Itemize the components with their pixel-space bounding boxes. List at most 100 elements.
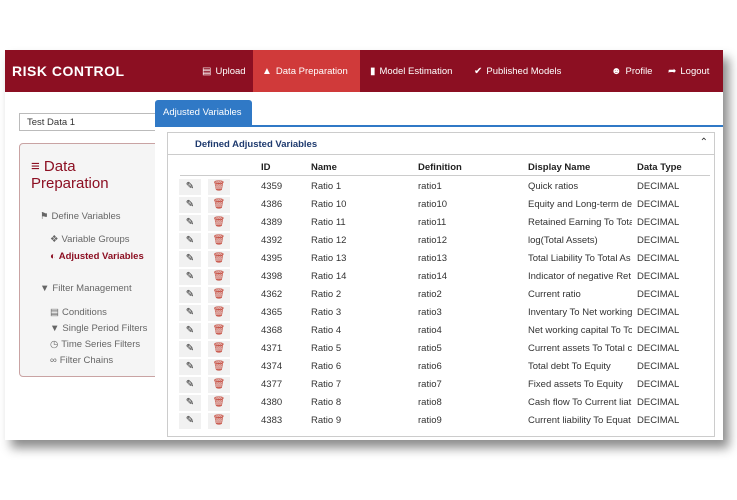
clock-icon: ◷	[50, 339, 59, 350]
sidebar-item-variable-groups[interactable]: ❖ Variable Groups	[50, 234, 129, 245]
cell-display-name: Current ratio	[528, 289, 581, 300]
trash-icon[interactable]: 🗑	[208, 323, 230, 339]
trash-icon[interactable]: 🗑	[208, 305, 230, 321]
brand-logo[interactable]: RISK CONTROL	[12, 63, 125, 79]
table-row: ✎ 🗑 4392 Ratio 12 ratio12 log(Total Assets) DE…	[168, 232, 714, 250]
dataset-selector[interactable]: Test Data 1	[19, 113, 159, 131]
edit-icon[interactable]: ✎	[179, 269, 201, 285]
trash-icon[interactable]: 🗑	[208, 215, 230, 231]
cell-name: Ratio 12	[311, 235, 347, 246]
trash-icon[interactable]: 🗑	[208, 413, 230, 429]
cell-display-name: Fixed assets To Equity	[528, 379, 623, 390]
cell-definition: ratio10	[418, 199, 448, 210]
cell-name: Ratio 13	[311, 253, 347, 264]
cell-definition: ratio1	[418, 181, 442, 192]
sidebar-item-single-period-filters[interactable]: ▼ Single Period Filters	[50, 323, 147, 334]
list-icon: ▤	[50, 307, 59, 318]
cell-id: 4380	[261, 397, 283, 408]
cubes-icon: ❖	[50, 234, 59, 245]
cell-definition: ratio5	[418, 343, 442, 354]
cell-data-type: DECIMAL	[637, 325, 680, 336]
cell-display-name: Total debt To Equity	[528, 361, 611, 372]
sidebar-item-adjusted-variables[interactable]: ◐ Adjusted Variables	[50, 251, 144, 262]
cell-definition: ratio8	[418, 397, 442, 408]
cell-name: Ratio 14	[311, 271, 347, 282]
edit-icon[interactable]: ✎	[179, 341, 201, 357]
cell-definition: ratio7	[418, 379, 442, 390]
trash-icon[interactable]: 🗑	[208, 233, 230, 249]
user-icon: ☻	[611, 65, 622, 77]
cell-definition: ratio6	[418, 361, 442, 372]
cell-data-type: DECIMAL	[637, 199, 680, 210]
table-row: ✎ 🗑 4383 Ratio 9 ratio9 Current liability To …	[168, 412, 714, 430]
trash-icon[interactable]: 🗑	[208, 377, 230, 393]
cell-data-type: DECIMAL	[637, 397, 680, 408]
nav-published-models[interactable]: ✔ Published Models	[465, 50, 570, 92]
nav-profile[interactable]: ☻ Profile	[602, 50, 661, 92]
check-circle-icon: ✔	[474, 65, 483, 77]
sidebar-item-define-variables[interactable]: ⚑ Define Variables	[40, 211, 121, 222]
sidebar-item-time-series-filters[interactable]: ◷ Time Series Filters	[50, 339, 140, 350]
cell-display-name: Inventary To Net working	[528, 307, 632, 318]
trash-icon[interactable]: 🗑	[208, 197, 230, 213]
edit-icon[interactable]: ✎	[179, 215, 201, 231]
edit-icon[interactable]: ✎	[179, 323, 201, 339]
sidebar-item-filter-chains[interactable]: ∞ Filter Chains	[50, 355, 113, 366]
nav-data-preparation[interactable]: ▲ Data Preparation	[253, 50, 360, 92]
column-header-data-type: Data Type	[637, 162, 682, 173]
trash-icon[interactable]: 🗑	[208, 395, 230, 411]
panel-title: Defined Adjusted Variables	[195, 139, 318, 150]
top-navbar: RISK CONTROL ▤ Upload ▲ Data Preparation ▮…	[5, 50, 723, 92]
table-row: ✎ 🗑 4365 Ratio 3 ratio3 Inventary To Net work…	[168, 304, 714, 322]
edit-icon[interactable]: ✎	[179, 359, 201, 375]
trash-icon[interactable]: 🗑	[208, 287, 230, 303]
edit-icon[interactable]: ✎	[179, 377, 201, 393]
variables-panel: Defined Adjusted Variables ⌃ ID Name Def…	[167, 132, 715, 437]
cell-definition: ratio12	[418, 235, 448, 246]
cell-id: 4359	[261, 181, 283, 192]
cell-name: Ratio 3	[311, 307, 342, 318]
edit-icon[interactable]: ✎	[179, 395, 201, 411]
edit-icon[interactable]: ✎	[179, 287, 201, 303]
nav-label: Profile	[625, 65, 653, 77]
nav-upload[interactable]: ▤ Upload	[193, 50, 255, 92]
column-header-id: ID	[261, 162, 271, 173]
upload-icon: ▤	[202, 65, 212, 77]
header-divider	[180, 175, 710, 176]
sidebar-item-filter-management[interactable]: ▼ Filter Management	[40, 283, 132, 294]
cell-name: Ratio 4	[311, 325, 342, 336]
cell-name: Ratio 10	[311, 199, 347, 210]
app-window: RISK CONTROL ▤ Upload ▲ Data Preparation ▮…	[5, 50, 723, 440]
cell-id: 4368	[261, 325, 283, 336]
trash-icon[interactable]: 🗑	[208, 359, 230, 375]
edit-icon[interactable]: ✎	[179, 233, 201, 249]
cell-display-name: Equity and Long-term de	[528, 199, 632, 210]
cell-definition: ratio4	[418, 325, 442, 336]
trash-icon[interactable]: 🗑	[208, 269, 230, 285]
edit-icon[interactable]: ✎	[179, 413, 201, 429]
tab-adjusted-variables[interactable]: Adjusted Variables	[155, 100, 252, 125]
trash-icon[interactable]: 🗑	[208, 341, 230, 357]
cell-name: Ratio 11	[311, 217, 346, 228]
cell-id: 4374	[261, 361, 283, 372]
edit-icon[interactable]: ✎	[179, 251, 201, 267]
cell-display-name: Retained Earning To Tota	[528, 217, 632, 228]
cell-data-type: DECIMAL	[637, 217, 680, 228]
nav-label: Data Preparation	[275, 65, 348, 77]
edit-icon[interactable]: ✎	[179, 197, 201, 213]
cell-definition: ratio13	[418, 253, 448, 264]
nav-logout[interactable]: ➦ Logout	[659, 50, 718, 92]
panel-header[interactable]: Defined Adjusted Variables ⌃	[168, 133, 714, 155]
edit-icon[interactable]: ✎	[179, 305, 201, 321]
trash-icon[interactable]: 🗑	[208, 179, 230, 195]
cell-id: 4392	[261, 235, 283, 246]
chevron-up-icon[interactable]: ⌃	[700, 137, 708, 148]
table-row: ✎ 🗑 4371 Ratio 5 ratio5 Current assets To Tot…	[168, 340, 714, 358]
cell-id: 4395	[261, 253, 283, 264]
cell-id: 4383	[261, 415, 283, 426]
nav-model-estimation[interactable]: ▮ Model Estimation	[361, 50, 461, 92]
edit-icon[interactable]: ✎	[179, 179, 201, 195]
trash-icon[interactable]: 🗑	[208, 251, 230, 267]
cell-name: Ratio 5	[311, 343, 342, 354]
sidebar-item-conditions[interactable]: ▤ Conditions	[50, 307, 107, 318]
